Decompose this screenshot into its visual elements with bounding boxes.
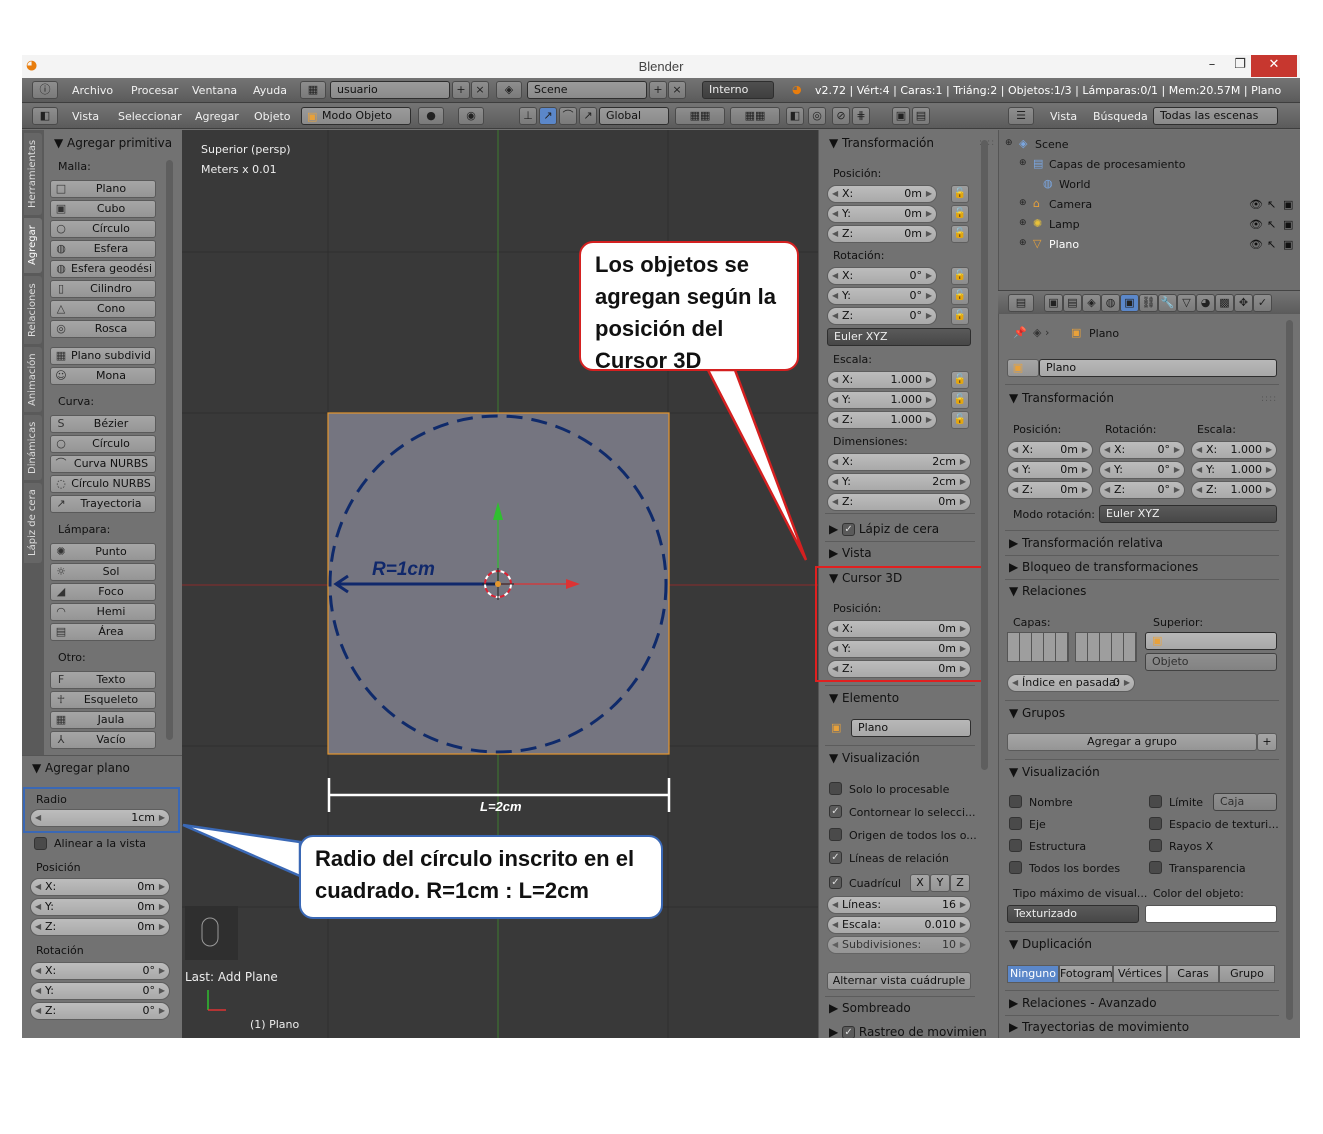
- bottom-callout: Radio del círculo inscrito en el cuadrad…: [299, 835, 663, 919]
- top-callout-tail: [705, 368, 808, 561]
- callout-pointers: [182, 368, 808, 878]
- bottom-callout-tail: [182, 823, 302, 878]
- top-callout: Los objetos se agregan según la posición…: [579, 241, 799, 373]
